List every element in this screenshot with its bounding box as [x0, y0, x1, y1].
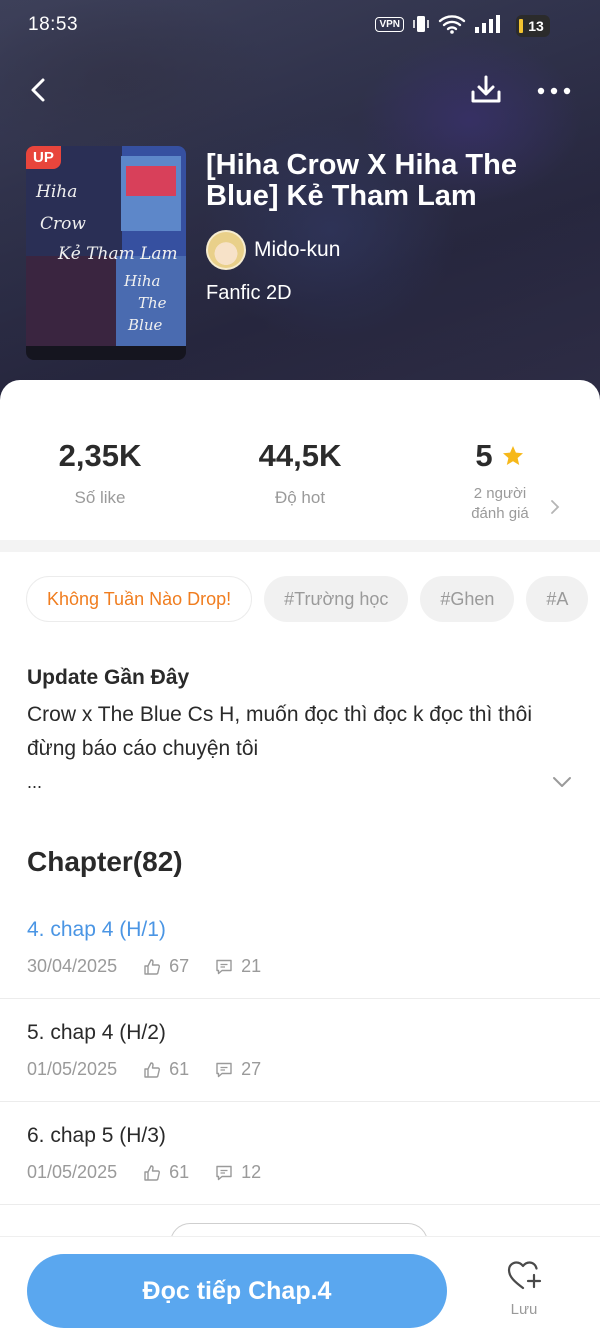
- tag-item[interactable]: #Ghen: [420, 576, 515, 622]
- tag-item[interactable]: #Trường học: [264, 576, 409, 622]
- chevron-left-icon: [31, 78, 45, 102]
- chapter-heading: Chapter(82): [27, 846, 183, 877]
- stat-rating[interactable]: 5 2 người đánh giá: [400, 438, 600, 524]
- story-title: [Hiha Crow X Hiha The Blue] Kẻ Tham Lam: [206, 149, 517, 212]
- likes-label: Số like: [74, 488, 126, 507]
- section-divider: [0, 540, 600, 552]
- chevron-right-icon[interactable]: [548, 498, 562, 516]
- more-horizontal-icon: [537, 87, 571, 95]
- chapter-likes: 61: [169, 1162, 190, 1182]
- battery-icon: 13: [516, 15, 550, 37]
- chevron-down-icon: [553, 777, 571, 787]
- chapter-row[interactable]: 6. chap 5 (H/3) 01/05/2025 61 12: [0, 1102, 600, 1205]
- rating-label-line1: 2 người: [473, 485, 527, 502]
- story-details: 2,35K Số like 44,5K Độ hot 5 2 người đán…: [0, 380, 600, 1343]
- author-avatar: [206, 230, 246, 270]
- stats-row: 2,35K Số like 44,5K Độ hot 5 2 người đán…: [0, 380, 600, 540]
- heart-plus-icon: [507, 1261, 542, 1290]
- stat-hot: 44,5K Độ hot: [200, 438, 400, 508]
- chapter-comments: 12: [241, 1162, 262, 1182]
- tag-item[interactable]: Không Tuần Nào Drop!: [26, 576, 253, 622]
- chapter-meta: 01/05/2025 61 27: [27, 1059, 261, 1080]
- comment-icon: [216, 1165, 232, 1180]
- rating-label: 2 người đánh giá: [400, 484, 600, 524]
- update-ellipsis: ...: [27, 772, 43, 792]
- chapter-meta: 30/04/2025 67 21: [27, 956, 261, 977]
- expand-button[interactable]: [548, 770, 576, 794]
- vibrate-icon: [413, 16, 429, 32]
- save-button[interactable]: Lưu: [492, 1259, 556, 1329]
- chapter-likes: 61: [169, 1059, 190, 1079]
- rating-value: 5: [475, 438, 493, 473]
- cover-art: Hiha Crow Kẻ Tham Lam Hiha The Blue: [26, 146, 186, 346]
- download-icon: [471, 75, 501, 103]
- bottom-action-bar: Đọc tiếp Chap.4 Lưu: [0, 1236, 600, 1343]
- chapter-comments: 21: [241, 956, 262, 976]
- likes-count: 2,35K: [58, 438, 142, 473]
- battery-level: 13: [528, 18, 544, 34]
- author-name: Mido-kun: [254, 238, 341, 261]
- story-cover[interactable]: Hiha Crow Kẻ Tham Lam Hiha The Blue UP: [26, 146, 186, 360]
- update-heading: Update Gần Đây: [27, 666, 190, 689]
- chapter-date: 01/05/2025: [27, 1162, 118, 1182]
- vpn-icon: VPN: [375, 16, 404, 32]
- star-icon: [502, 446, 523, 465]
- back-button[interactable]: [20, 70, 60, 110]
- chapter-date: 01/05/2025: [27, 1059, 118, 1079]
- top-toolbar: [0, 68, 600, 112]
- status-time: 18:53: [28, 14, 79, 35]
- thumbs-up-icon: [144, 958, 161, 975]
- tag-item[interactable]: #A: [526, 576, 589, 622]
- chapter-title: 6. chap 5 (H/3): [27, 1124, 166, 1147]
- chapter-row[interactable]: 5. chap 4 (H/2) 01/05/2025 61 27: [0, 999, 600, 1102]
- stat-likes: 2,35K Số like: [0, 438, 200, 508]
- chapter-title: 4. chap 4 (H/1): [27, 918, 166, 941]
- comment-icon: [216, 1062, 232, 1077]
- rating-label-line2: đánh giá: [471, 505, 529, 522]
- continue-reading-button[interactable]: Đọc tiếp Chap.4: [27, 1254, 447, 1328]
- download-button[interactable]: [466, 70, 506, 110]
- thumbs-up-icon: [144, 1164, 161, 1181]
- story-genre: Fanfic 2D: [206, 282, 292, 304]
- chapter-comments: 27: [241, 1059, 262, 1079]
- rating-value-wrap: 5: [400, 438, 600, 474]
- status-bar: 18:53 VPN 13: [0, 0, 600, 52]
- chapter-likes: 67: [169, 956, 190, 976]
- more-button[interactable]: [532, 70, 576, 110]
- chapter-row[interactable]: 4. chap 4 (H/1) 30/04/2025 67 21: [0, 896, 600, 999]
- update-text: Crow x The Blue Cs H, muốn đọc thì đọc k…: [27, 703, 533, 760]
- author-info[interactable]: Mido-kun: [206, 230, 340, 270]
- chapter-date: 30/04/2025: [27, 956, 118, 976]
- save-label: Lưu: [510, 1301, 538, 1318]
- signal-icon: [475, 15, 500, 33]
- wifi-icon: [438, 15, 466, 34]
- status-icons: VPN: [375, 14, 500, 34]
- thumbs-up-icon: [144, 1061, 161, 1078]
- story-header: 18:53 VPN 13 Hiha Crow Kẻ Tham Lam Hiha …: [0, 0, 600, 420]
- tag-list: Không Tuần Nào Drop! #Trường học #Ghen #…: [26, 576, 600, 622]
- chapter-meta: 01/05/2025 61 12: [27, 1162, 261, 1183]
- comment-icon: [216, 959, 232, 974]
- chapter-title: 5. chap 4 (H/2): [27, 1021, 166, 1044]
- hot-label: Độ hot: [274, 488, 326, 507]
- hot-count: 44,5K: [258, 438, 342, 473]
- update-badge: UP: [26, 146, 61, 169]
